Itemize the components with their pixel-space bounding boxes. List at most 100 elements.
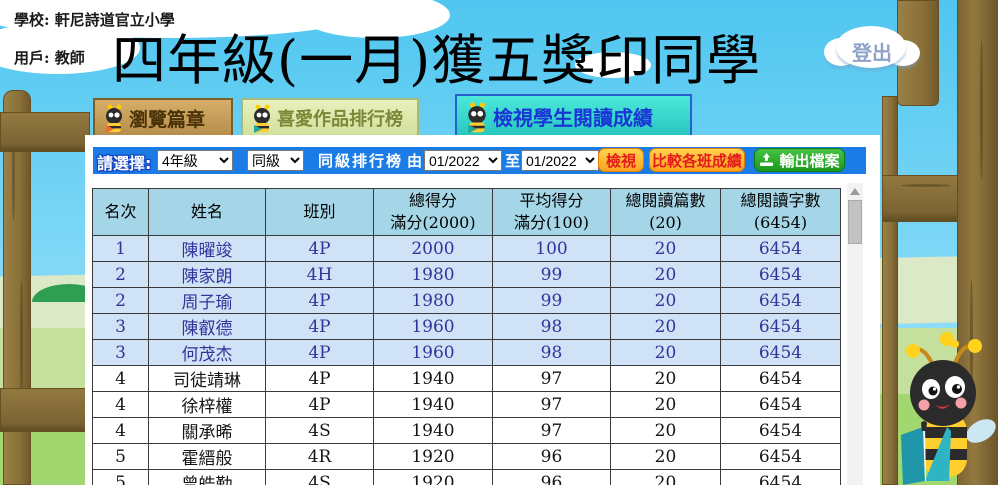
table-cell-class_name: 4S [266, 470, 374, 485]
table-cell-average_score: 96 [493, 470, 611, 485]
table-row: 3陳叡德4P196098206454 [93, 314, 841, 340]
table-row: 4司徒靖琳4P194097206454 [93, 366, 841, 392]
tab-browse-articles[interactable]: 瀏覽篇章 [93, 98, 233, 138]
table-cell-average_score: 98 [493, 340, 611, 366]
table-cell-articles_read: 20 [611, 236, 721, 262]
table-cell-words_read: 6454 [721, 340, 841, 366]
bee-icon [103, 103, 125, 133]
table-cell-total_score: 1960 [374, 314, 493, 340]
table-cell-average_score: 100 [493, 236, 611, 262]
header-rank: 名次 [93, 189, 149, 236]
ranking-label: 同級排行榜 [318, 150, 403, 171]
table-cell-rank: 3 [93, 314, 149, 340]
table-cell-articles_read: 20 [611, 470, 721, 485]
table-cell-average_score: 99 [493, 262, 611, 288]
table-row: 5曾皓勤4S192096206454 [93, 470, 841, 485]
table-cell-articles_read: 20 [611, 444, 721, 470]
compare-classes-button[interactable]: 比較各班成績 [649, 148, 745, 172]
table-cell-average_score: 99 [493, 288, 611, 314]
table-cell-average_score: 98 [493, 314, 611, 340]
table-cell-class_name: 4P [266, 392, 374, 418]
fence-rail-left-top [0, 112, 90, 152]
tab-label: 瀏覽篇章 [129, 105, 205, 132]
table-row: 4關承晞4S194097206454 [93, 418, 841, 444]
table-cell-name: 曾皓勤 [149, 470, 266, 485]
table-row: 5霍縉般4R192096206454 [93, 444, 841, 470]
table-cell-rank: 1 [93, 236, 149, 262]
header-total-score: 總得分滿分(2000) [374, 189, 493, 236]
header-average-score: 平均得分滿分(100) [493, 189, 611, 236]
table-cell-name: 陳曜竣 [149, 236, 266, 262]
table-cell-name: 徐梓權 [149, 392, 266, 418]
logout-button[interactable]: 登出 [824, 24, 920, 74]
table-cell-class_name: 4P [266, 288, 374, 314]
table-scrollbar[interactable] [847, 183, 863, 485]
header-name: 姓名 [149, 189, 266, 236]
table-cell-words_read: 6454 [721, 236, 841, 262]
grade-select[interactable]: 4年級 [157, 150, 233, 171]
bee-icon [465, 100, 489, 134]
table-cell-rank: 4 [93, 392, 149, 418]
table-cell-class_name: 4R [266, 444, 374, 470]
table-cell-rank: 3 [93, 340, 149, 366]
table-row: 1陳曜竣4P2000100206454 [93, 236, 841, 262]
table-cell-words_read: 6454 [721, 470, 841, 485]
user-label: 用戶: 教師 [14, 47, 85, 68]
score-table-body: 1陳曜竣4P20001002064542陳家朗4H1980992064542周子… [93, 236, 841, 485]
table-cell-rank: 5 [93, 444, 149, 470]
table-cell-average_score: 97 [493, 366, 611, 392]
table-cell-class_name: 4P [266, 236, 374, 262]
table-cell-average_score: 97 [493, 392, 611, 418]
header-words-read: 總閱讀字數(6454) [721, 189, 841, 236]
table-row: 3何茂杰4P196098206454 [93, 340, 841, 366]
table-cell-articles_read: 20 [611, 314, 721, 340]
table-cell-articles_read: 20 [611, 418, 721, 444]
table-cell-class_name: 4P [266, 366, 374, 392]
bee-mascot [893, 331, 998, 485]
table-cell-words_read: 6454 [721, 262, 841, 288]
select-prompt-label: 請選擇: [97, 150, 151, 174]
table-cell-class_name: 4P [266, 340, 374, 366]
table-cell-name: 司徒靖琳 [149, 366, 266, 392]
tab-view-reading-results[interactable]: 檢視學生閱讀成績 [455, 94, 692, 139]
table-cell-words_read: 6454 [721, 314, 841, 340]
table-cell-class_name: 4P [266, 314, 374, 340]
tab-favourite-ranking[interactable]: 喜愛作品排行榜 [241, 98, 419, 138]
table-cell-articles_read: 20 [611, 366, 721, 392]
score-table: 名次 姓名 班別 總得分滿分(2000) 平均得分滿分(100) 總閱讀篇數(2… [92, 188, 841, 485]
tab-label: 檢視學生閱讀成績 [493, 102, 653, 131]
bee-icon [251, 103, 273, 133]
export-icon [759, 153, 774, 167]
from-label: 由 [407, 150, 422, 171]
tab-label: 喜愛作品排行榜 [277, 105, 403, 131]
scrollbar-up-icon[interactable] [850, 188, 860, 195]
table-cell-total_score: 2000 [374, 236, 493, 262]
table-cell-rank: 5 [93, 470, 149, 485]
to-month-select[interactable]: 01/2022 [521, 150, 599, 171]
table-cell-average_score: 96 [493, 444, 611, 470]
table-cell-articles_read: 20 [611, 340, 721, 366]
table-row: 2陳家朗4H198099206454 [93, 262, 841, 288]
table-cell-total_score: 1920 [374, 470, 493, 485]
filter-bar: 請選擇: 4年級 同級 同級排行榜 由 01/2022 至 01/2022 檢視… [93, 147, 866, 174]
table-row: 4徐梓權4P194097206454 [93, 392, 841, 418]
scope-select[interactable]: 同級 [247, 150, 304, 171]
table-cell-total_score: 1980 [374, 288, 493, 314]
table-cell-name: 霍縉般 [149, 444, 266, 470]
table-cell-total_score: 1960 [374, 340, 493, 366]
scrollbar-thumb[interactable] [848, 200, 862, 244]
app-window: 學校: 軒尼詩道官立小學 用戶: 教師 四年級(一月)獲五獎印同學 登出 瀏覽篇… [0, 0, 998, 485]
view-button[interactable]: 檢視 [598, 148, 644, 172]
table-cell-rank: 2 [93, 288, 149, 314]
export-file-button[interactable]: 輸出檔案 [754, 148, 845, 172]
table-cell-rank: 2 [93, 262, 149, 288]
from-month-select[interactable]: 01/2022 [424, 150, 502, 171]
table-cell-articles_read: 20 [611, 262, 721, 288]
table-cell-total_score: 1920 [374, 444, 493, 470]
table-cell-average_score: 97 [493, 418, 611, 444]
table-cell-words_read: 6454 [721, 418, 841, 444]
table-cell-total_score: 1940 [374, 392, 493, 418]
table-cell-total_score: 1980 [374, 262, 493, 288]
table-cell-words_read: 6454 [721, 444, 841, 470]
header-class: 班別 [266, 189, 374, 236]
